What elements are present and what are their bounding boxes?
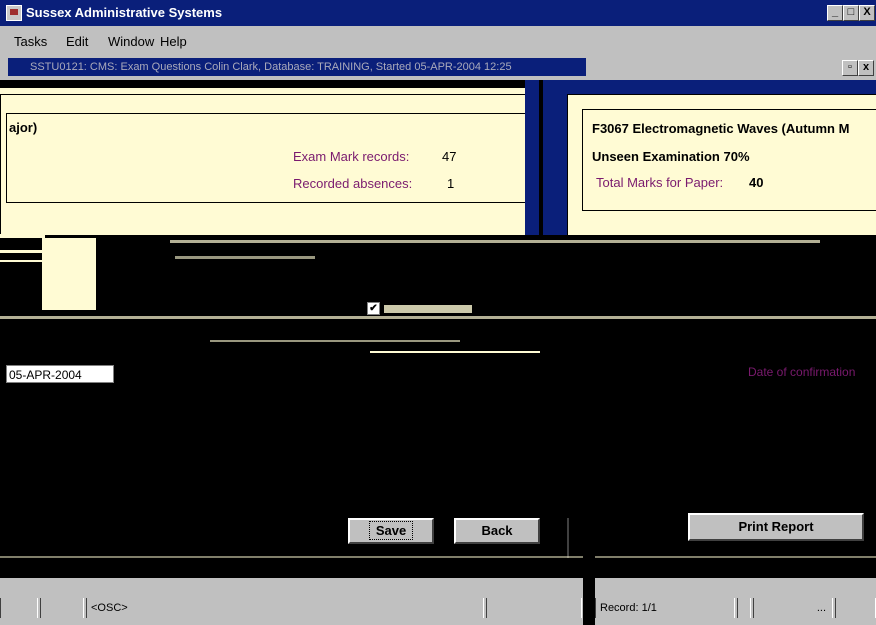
checkbox-label-artifact [384, 305, 472, 313]
close-button[interactable]: X [859, 5, 875, 21]
save-button[interactable]: Save [348, 518, 434, 544]
absences-label: Recorded absences: [293, 176, 413, 191]
left-info-panel: ajor) Exam Mark records: 47 Recorded abs… [0, 94, 542, 236]
date-confirmation-label: Date of confirmation [748, 365, 856, 379]
main-title-bar: Sussex Administrative Systems _ □ X [0, 0, 876, 26]
artifact [0, 234, 45, 238]
status-cell [40, 598, 84, 618]
back-button[interactable]: Back [454, 518, 540, 544]
maximize-button[interactable]: □ [843, 5, 859, 21]
print-report-button[interactable]: Print Report [688, 513, 864, 541]
minimize-button[interactable]: _ [827, 5, 843, 21]
right-info-panel: F3067 Electromagnetic Waves (Autumn M Un… [567, 94, 876, 236]
right-panel-titlebar [567, 80, 876, 94]
menu-edit[interactable]: Edit [66, 34, 88, 49]
status-cell [0, 598, 38, 618]
window-title: Sussex Administrative Systems [26, 5, 223, 20]
artifact [0, 260, 42, 262]
artifact [210, 340, 460, 342]
course-title: F3067 Electromagnetic Waves (Autumn M [592, 121, 850, 136]
date-field[interactable]: 05-APR-2004 [6, 365, 114, 383]
total-marks-value: 40 [749, 175, 764, 190]
menu-bar: Tasks Edit Window Help [0, 26, 876, 54]
inner-restore-button[interactable]: ▫ [842, 60, 858, 76]
artifact [42, 238, 96, 310]
inner-window-title: SSTU0121: CMS: Exam Questions Colin Clar… [8, 58, 586, 76]
menu-tasks[interactable]: Tasks [14, 34, 47, 49]
artifact [0, 316, 876, 319]
separator [567, 518, 569, 558]
status-cell [835, 598, 876, 618]
exam-mark-value: 47 [442, 149, 457, 164]
artifact [0, 556, 876, 558]
status-module: <OSC> [86, 598, 484, 618]
menu-help[interactable]: Help [160, 34, 187, 49]
module-heading: ajor) [9, 120, 38, 135]
inner-title-bar: SSTU0121: CMS: Exam Questions Colin Clar… [0, 54, 876, 80]
artifact [370, 351, 540, 353]
status-cell [737, 598, 751, 618]
status-cell [486, 598, 582, 618]
artifact [175, 256, 315, 259]
window-divider [525, 80, 567, 235]
artifact [170, 240, 820, 243]
confirm-checkbox[interactable]: ✔ [367, 302, 380, 315]
app-icon [6, 5, 22, 21]
status-divider [583, 556, 595, 625]
absences-value: 1 [447, 176, 455, 191]
exam-mark-label: Exam Mark records: [293, 149, 410, 164]
total-marks-label: Total Marks for Paper: [596, 175, 724, 190]
artifact [0, 250, 42, 253]
save-label: Save [368, 521, 414, 540]
inner-close-button[interactable]: x [858, 60, 874, 76]
exam-type: Unseen Examination 70% [592, 149, 750, 164]
status-ellipsis: ... [753, 598, 833, 618]
menu-window[interactable]: Window [108, 34, 154, 49]
status-record: Record: 1/1 [595, 598, 735, 618]
